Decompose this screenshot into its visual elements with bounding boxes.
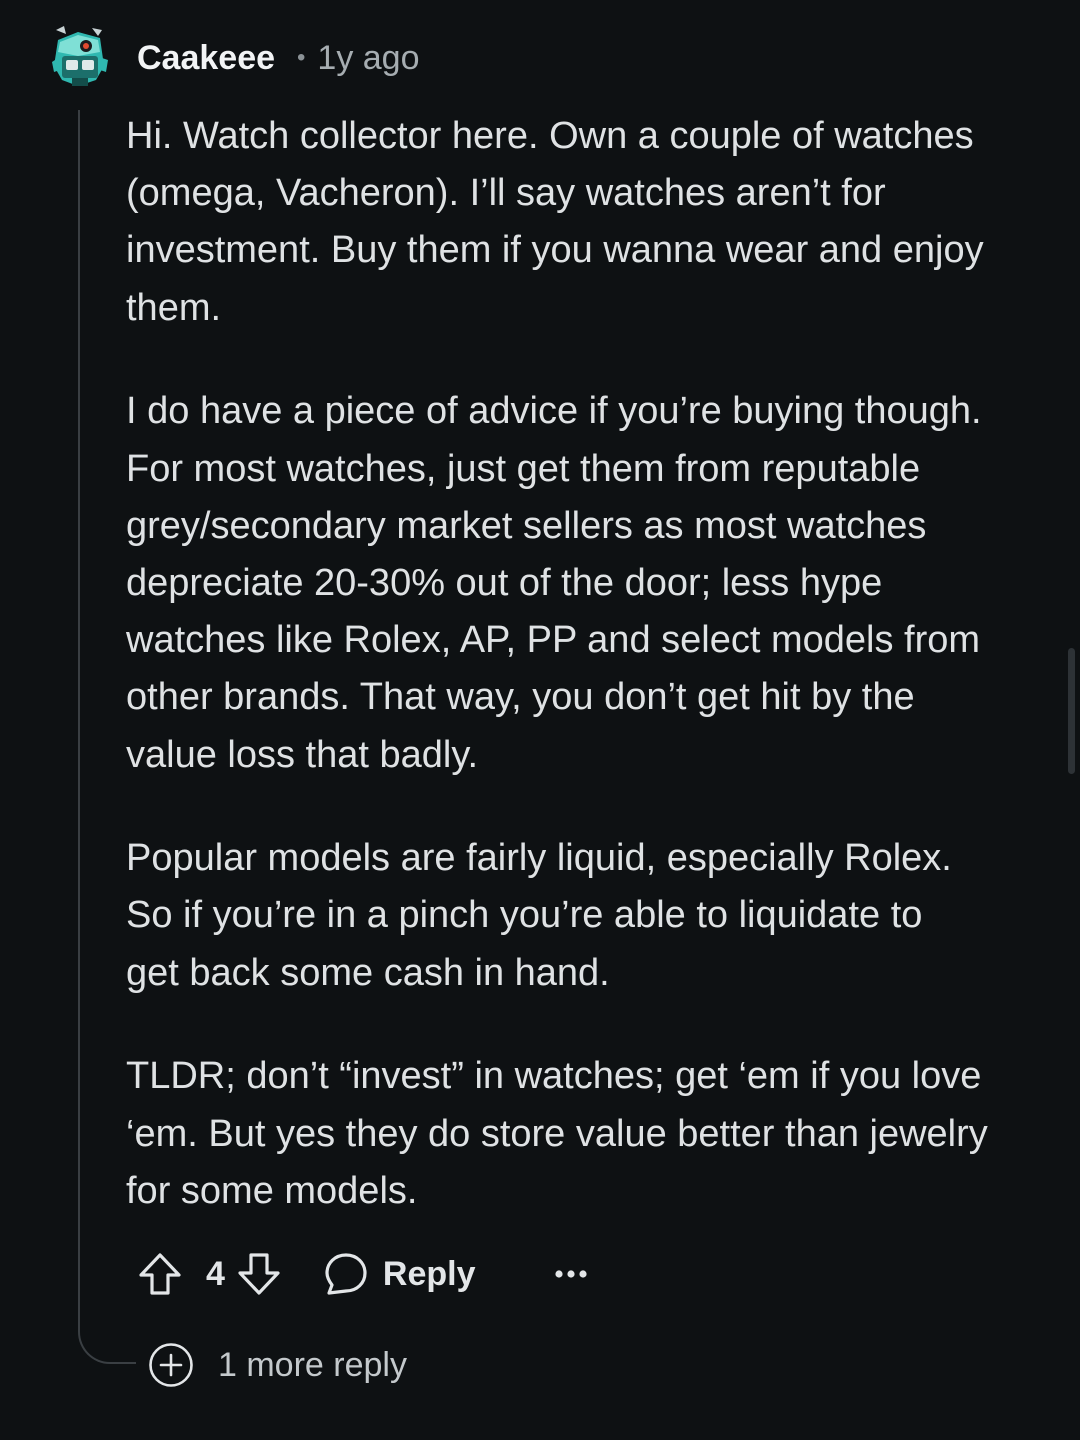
speech-bubble-icon <box>325 1253 367 1295</box>
reply-label: Reply <box>382 1254 476 1293</box>
comment-paragraph: Hi. Watch collector here. Own a couple o… <box>126 115 984 329</box>
comment-paragraph: Popular models are fairly liquid, especi… <box>126 837 952 994</box>
downvote-arrow-icon <box>238 1253 280 1295</box>
upvote-button[interactable] <box>136 1250 184 1298</box>
plus-circle-icon <box>149 1343 193 1387</box>
scrollbar-thumb[interactable] <box>1068 648 1075 774</box>
timestamp: 1y ago <box>317 38 420 77</box>
comment-actions: 4 Reply <box>136 1246 588 1302</box>
ellipsis-icon <box>554 1270 587 1278</box>
more-replies-link[interactable]: 1 more reply <box>148 1342 407 1388</box>
vote-count: 4 <box>206 1254 225 1293</box>
comment-paragraph: I do have a piece of advice if you’re bu… <box>126 390 982 776</box>
comment-body: Hi. Watch collector here. Own a couple o… <box>126 108 1056 1266</box>
thread-branch-line <box>78 1320 136 1364</box>
meta-separator: • <box>297 44 306 71</box>
comment-thread: Caakeee • 1y ago Hi. Watch collector her… <box>0 0 1080 1440</box>
more-options-button[interactable] <box>554 1268 588 1280</box>
reply-button[interactable]: Reply <box>323 1251 476 1297</box>
downvote-button[interactable] <box>235 1250 283 1298</box>
username[interactable]: Caakeee <box>137 39 275 78</box>
upvote-arrow-icon <box>139 1253 181 1295</box>
user-avatar[interactable] <box>48 22 112 90</box>
more-replies-label: 1 more reply <box>218 1345 407 1384</box>
robot-avatar-icon <box>52 26 108 86</box>
comment-header: Caakeee • 1y ago <box>137 36 420 80</box>
comment-paragraph: TLDR; don’t “invest” in watches; get ‘em… <box>126 1055 988 1212</box>
thread-line[interactable] <box>78 110 80 1326</box>
